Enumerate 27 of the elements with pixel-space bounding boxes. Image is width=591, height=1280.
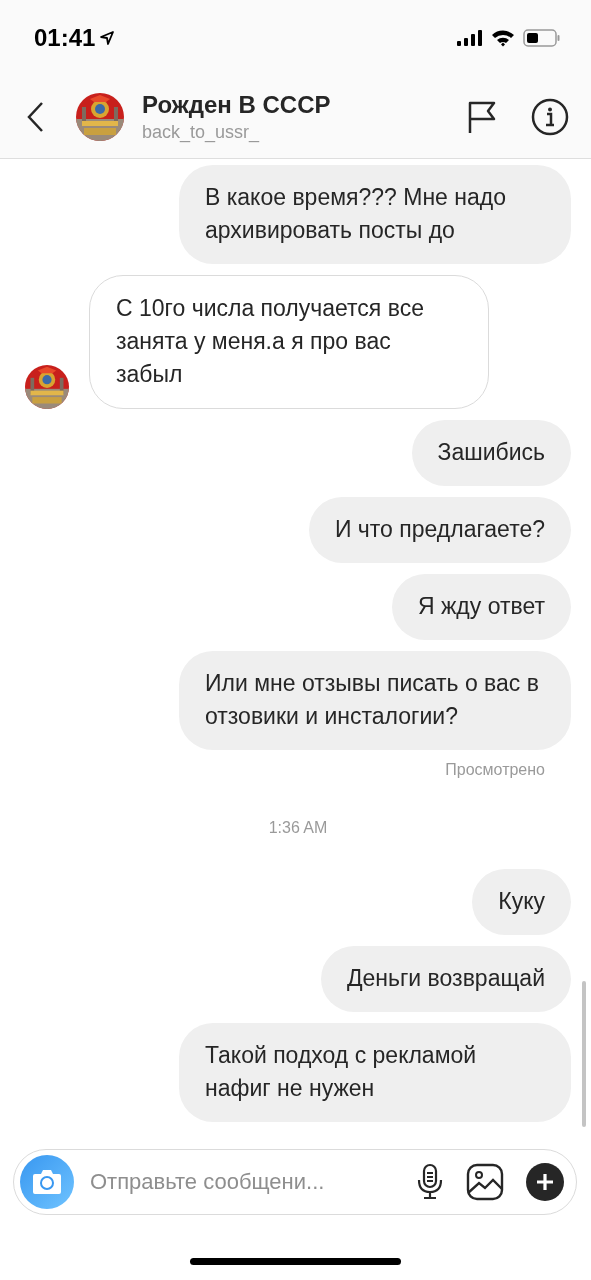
timestamp: 1:36 AM: [268, 819, 328, 837]
flag-icon[interactable]: [467, 99, 497, 134]
microphone-icon[interactable]: [416, 1163, 444, 1201]
signal-icon: [457, 29, 483, 46]
camera-icon: [32, 1169, 62, 1195]
location-arrow-icon: [99, 29, 116, 46]
back-icon[interactable]: [26, 100, 46, 133]
message-bubble: Зашибись: [411, 420, 571, 486]
message-bubble: И что предлагаете?: [308, 497, 571, 563]
battery-icon: [523, 28, 561, 47]
chat-title: Рожден В СССР: [142, 89, 332, 120]
wifi-icon: [491, 28, 515, 47]
image-icon[interactable]: [466, 1163, 504, 1201]
add-icon[interactable]: [526, 1163, 564, 1201]
message-field[interactable]: Отправьте сообщени...: [88, 1168, 394, 1196]
message-bubble: Или мне отзывы писать о вас в отзовики и инсталогии?: [179, 651, 571, 750]
username: back_to_ussr_: [142, 120, 261, 144]
message-bubble: Деньги возвращай: [320, 946, 571, 1012]
info-icon[interactable]: [531, 97, 569, 136]
message-bubble: Такой подход с рекламой нафиг не нужен: [179, 1023, 571, 1122]
clock-time: 01:41: [34, 23, 96, 52]
message-bubble: Куку: [472, 869, 571, 935]
message-bubble: С 10го числа получается все занята у меня.а я про вас забыл: [89, 275, 489, 409]
seen-status: Просмотрено: [445, 761, 545, 779]
message-bubble: Я жду ответ: [391, 574, 571, 640]
message-bubble: В какое время??? Мне надо архивировать посты до: [179, 165, 571, 264]
camera-button[interactable]: [20, 1155, 74, 1209]
